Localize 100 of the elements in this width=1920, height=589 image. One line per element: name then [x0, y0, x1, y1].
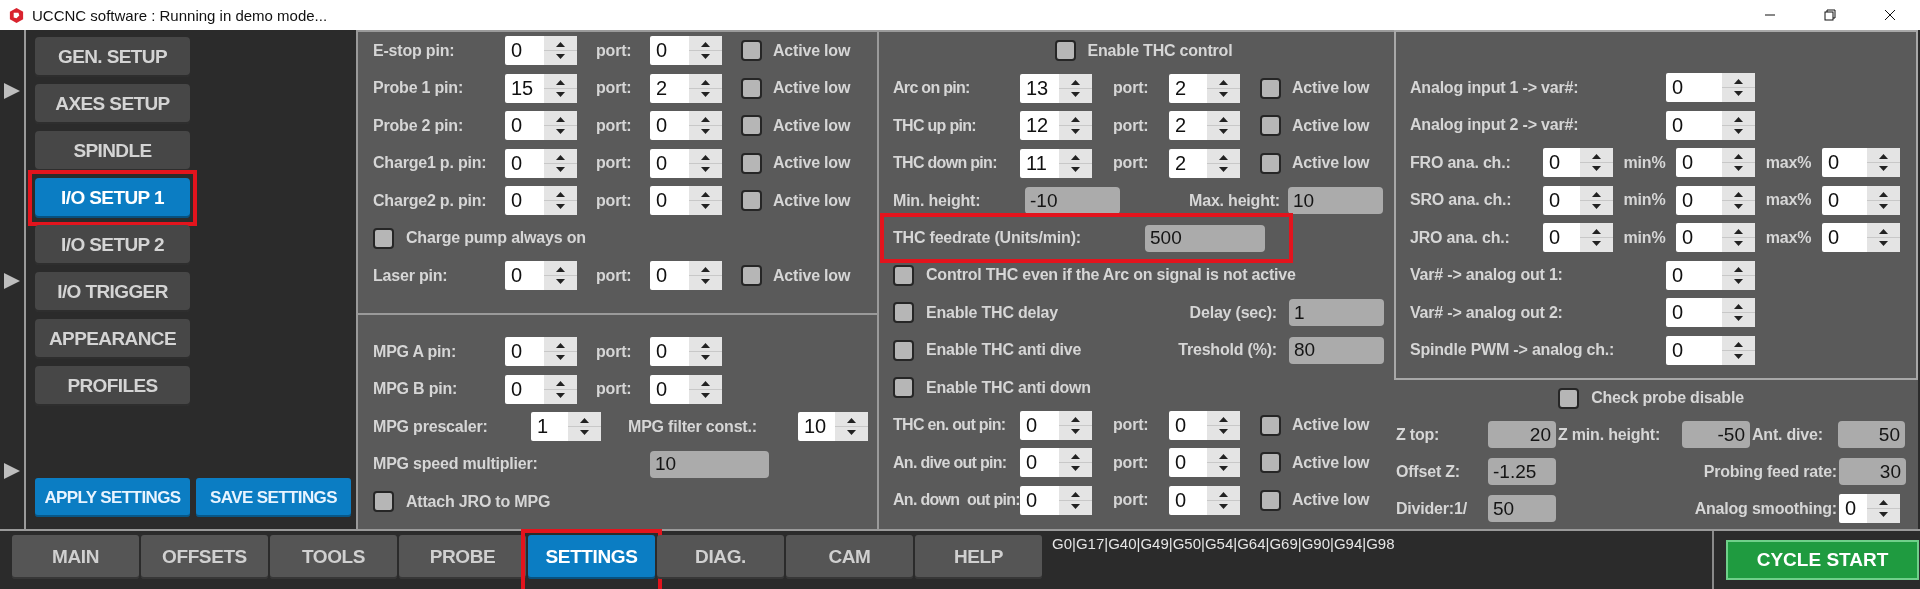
- number-spinner[interactable]: 0: [650, 337, 722, 367]
- stepper-icon[interactable]: [689, 261, 722, 291]
- checkbox[interactable]: [893, 377, 914, 399]
- stepper-icon[interactable]: [1059, 111, 1092, 141]
- stepper-icon[interactable]: [1580, 185, 1613, 215]
- number-spinner[interactable]: 0: [505, 261, 577, 291]
- stepper-icon[interactable]: [689, 148, 722, 178]
- stepper-icon[interactable]: [1207, 73, 1240, 103]
- number-spinner[interactable]: 13: [1020, 73, 1092, 103]
- stepper-icon[interactable]: [1722, 335, 1755, 365]
- checkbox[interactable]: [741, 115, 762, 137]
- number-spinner[interactable]: 0: [1020, 410, 1092, 440]
- sidebar-button[interactable]: AXES SETUP: [35, 84, 190, 124]
- number-spinner[interactable]: 15: [505, 73, 577, 103]
- number-spinner[interactable]: 0: [1822, 148, 1900, 178]
- stepper-icon[interactable]: [1207, 485, 1240, 515]
- stepper-icon[interactable]: [1867, 185, 1900, 215]
- stepper-icon[interactable]: [544, 36, 577, 66]
- number-spinner[interactable]: 0: [1543, 148, 1613, 178]
- checkbox[interactable]: [893, 264, 914, 286]
- stepper-icon[interactable]: [544, 374, 577, 404]
- close-icon[interactable]: [1884, 9, 1896, 21]
- stepper-icon[interactable]: [1059, 410, 1092, 440]
- stepper-icon[interactable]: [1722, 148, 1755, 178]
- number-spinner[interactable]: 0: [1676, 148, 1755, 178]
- stepper-icon[interactable]: [544, 148, 577, 178]
- checkbox[interactable]: [1260, 452, 1281, 474]
- number-spinner[interactable]: 0: [1020, 485, 1092, 515]
- stepper-icon[interactable]: [1722, 223, 1755, 253]
- stepper-icon[interactable]: [689, 374, 722, 404]
- restore-icon[interactable]: [1824, 9, 1836, 21]
- number-spinner[interactable]: 1: [531, 412, 601, 442]
- number-spinner[interactable]: 12: [1020, 111, 1092, 141]
- number-spinner[interactable]: 0: [1666, 260, 1755, 290]
- stepper-icon[interactable]: [1722, 110, 1755, 140]
- number-spinner[interactable]: 0: [1676, 223, 1755, 253]
- checkbox[interactable]: [893, 339, 914, 361]
- tab[interactable]: HELP: [915, 535, 1042, 579]
- sidebar-button[interactable]: GEN. SETUP: [35, 37, 190, 77]
- number-spinner[interactable]: 2: [650, 73, 722, 103]
- stepper-icon[interactable]: [544, 111, 577, 141]
- number-spinner[interactable]: 0: [650, 111, 722, 141]
- stepper-icon[interactable]: [1722, 185, 1755, 215]
- tab[interactable]: DIAG.: [657, 535, 784, 579]
- number-spinner[interactable]: 2: [1169, 111, 1240, 141]
- checkbox[interactable]: [1260, 489, 1281, 511]
- number-spinner[interactable]: 0: [1822, 185, 1900, 215]
- number-spinner[interactable]: 11: [1020, 148, 1092, 178]
- number-spinner[interactable]: 0: [1666, 335, 1755, 365]
- checkbox[interactable]: [1558, 387, 1580, 409]
- stepper-icon[interactable]: [835, 412, 868, 442]
- checkbox[interactable]: [1260, 115, 1281, 137]
- stepper-icon[interactable]: [1059, 73, 1092, 103]
- stepper-icon[interactable]: [1722, 298, 1755, 328]
- number-spinner[interactable]: 0: [1169, 448, 1240, 478]
- checkbox[interactable]: [1260, 414, 1281, 436]
- checkbox[interactable]: [373, 227, 394, 249]
- stepper-icon[interactable]: [544, 73, 577, 103]
- number-spinner[interactable]: 0: [505, 374, 577, 404]
- stepper-icon[interactable]: [689, 337, 722, 367]
- checkbox[interactable]: [1260, 152, 1281, 174]
- stepper-icon[interactable]: [1059, 485, 1092, 515]
- stepper-icon[interactable]: [1722, 260, 1755, 290]
- stepper-icon[interactable]: [1867, 494, 1900, 523]
- number-spinner[interactable]: 10: [798, 412, 868, 442]
- number-spinner[interactable]: 2: [1169, 148, 1240, 178]
- stepper-icon[interactable]: [1059, 148, 1092, 178]
- stepper-icon[interactable]: [568, 412, 601, 442]
- stepper-icon[interactable]: [689, 73, 722, 103]
- number-spinner[interactable]: 0: [1666, 73, 1755, 103]
- stepper-icon[interactable]: [1867, 223, 1900, 253]
- number-spinner[interactable]: 2: [1169, 73, 1240, 103]
- sidebar-button[interactable]: I/O TRIGGER: [35, 272, 190, 312]
- number-spinner[interactable]: 0: [1169, 485, 1240, 515]
- number-spinner[interactable]: 0: [650, 36, 722, 66]
- sidebar-button[interactable]: I/O SETUP 2: [35, 225, 190, 265]
- checkbox[interactable]: [741, 190, 762, 212]
- number-spinner[interactable]: 0: [505, 337, 577, 367]
- number-spinner[interactable]: 0: [1839, 494, 1900, 523]
- checkbox[interactable]: [741, 265, 762, 287]
- number-spinner[interactable]: 0: [505, 186, 577, 216]
- stepper-icon[interactable]: [544, 337, 577, 367]
- stepper-icon[interactable]: [1059, 448, 1092, 478]
- stepper-icon[interactable]: [689, 111, 722, 141]
- sidebar-button[interactable]: SPINDLE: [35, 131, 190, 171]
- number-spinner[interactable]: 0: [505, 111, 577, 141]
- number-spinner[interactable]: 0: [1676, 185, 1755, 215]
- number-spinner[interactable]: 0: [1822, 223, 1900, 253]
- checkbox[interactable]: [741, 152, 762, 174]
- number-spinner[interactable]: 0: [650, 186, 722, 216]
- number-spinner[interactable]: 0: [505, 36, 577, 66]
- stepper-icon[interactable]: [1580, 223, 1613, 253]
- tab[interactable]: TOOLS: [270, 535, 397, 579]
- stepper-icon[interactable]: [1580, 148, 1613, 178]
- cycle-start-button[interactable]: CYCLE START: [1726, 540, 1919, 580]
- tab[interactable]: SETTINGS: [528, 535, 655, 579]
- triangle-icon[interactable]: [3, 272, 21, 290]
- checkbox[interactable]: [893, 302, 914, 324]
- triangle-icon[interactable]: [3, 82, 21, 100]
- tab[interactable]: OFFSETS: [141, 535, 268, 579]
